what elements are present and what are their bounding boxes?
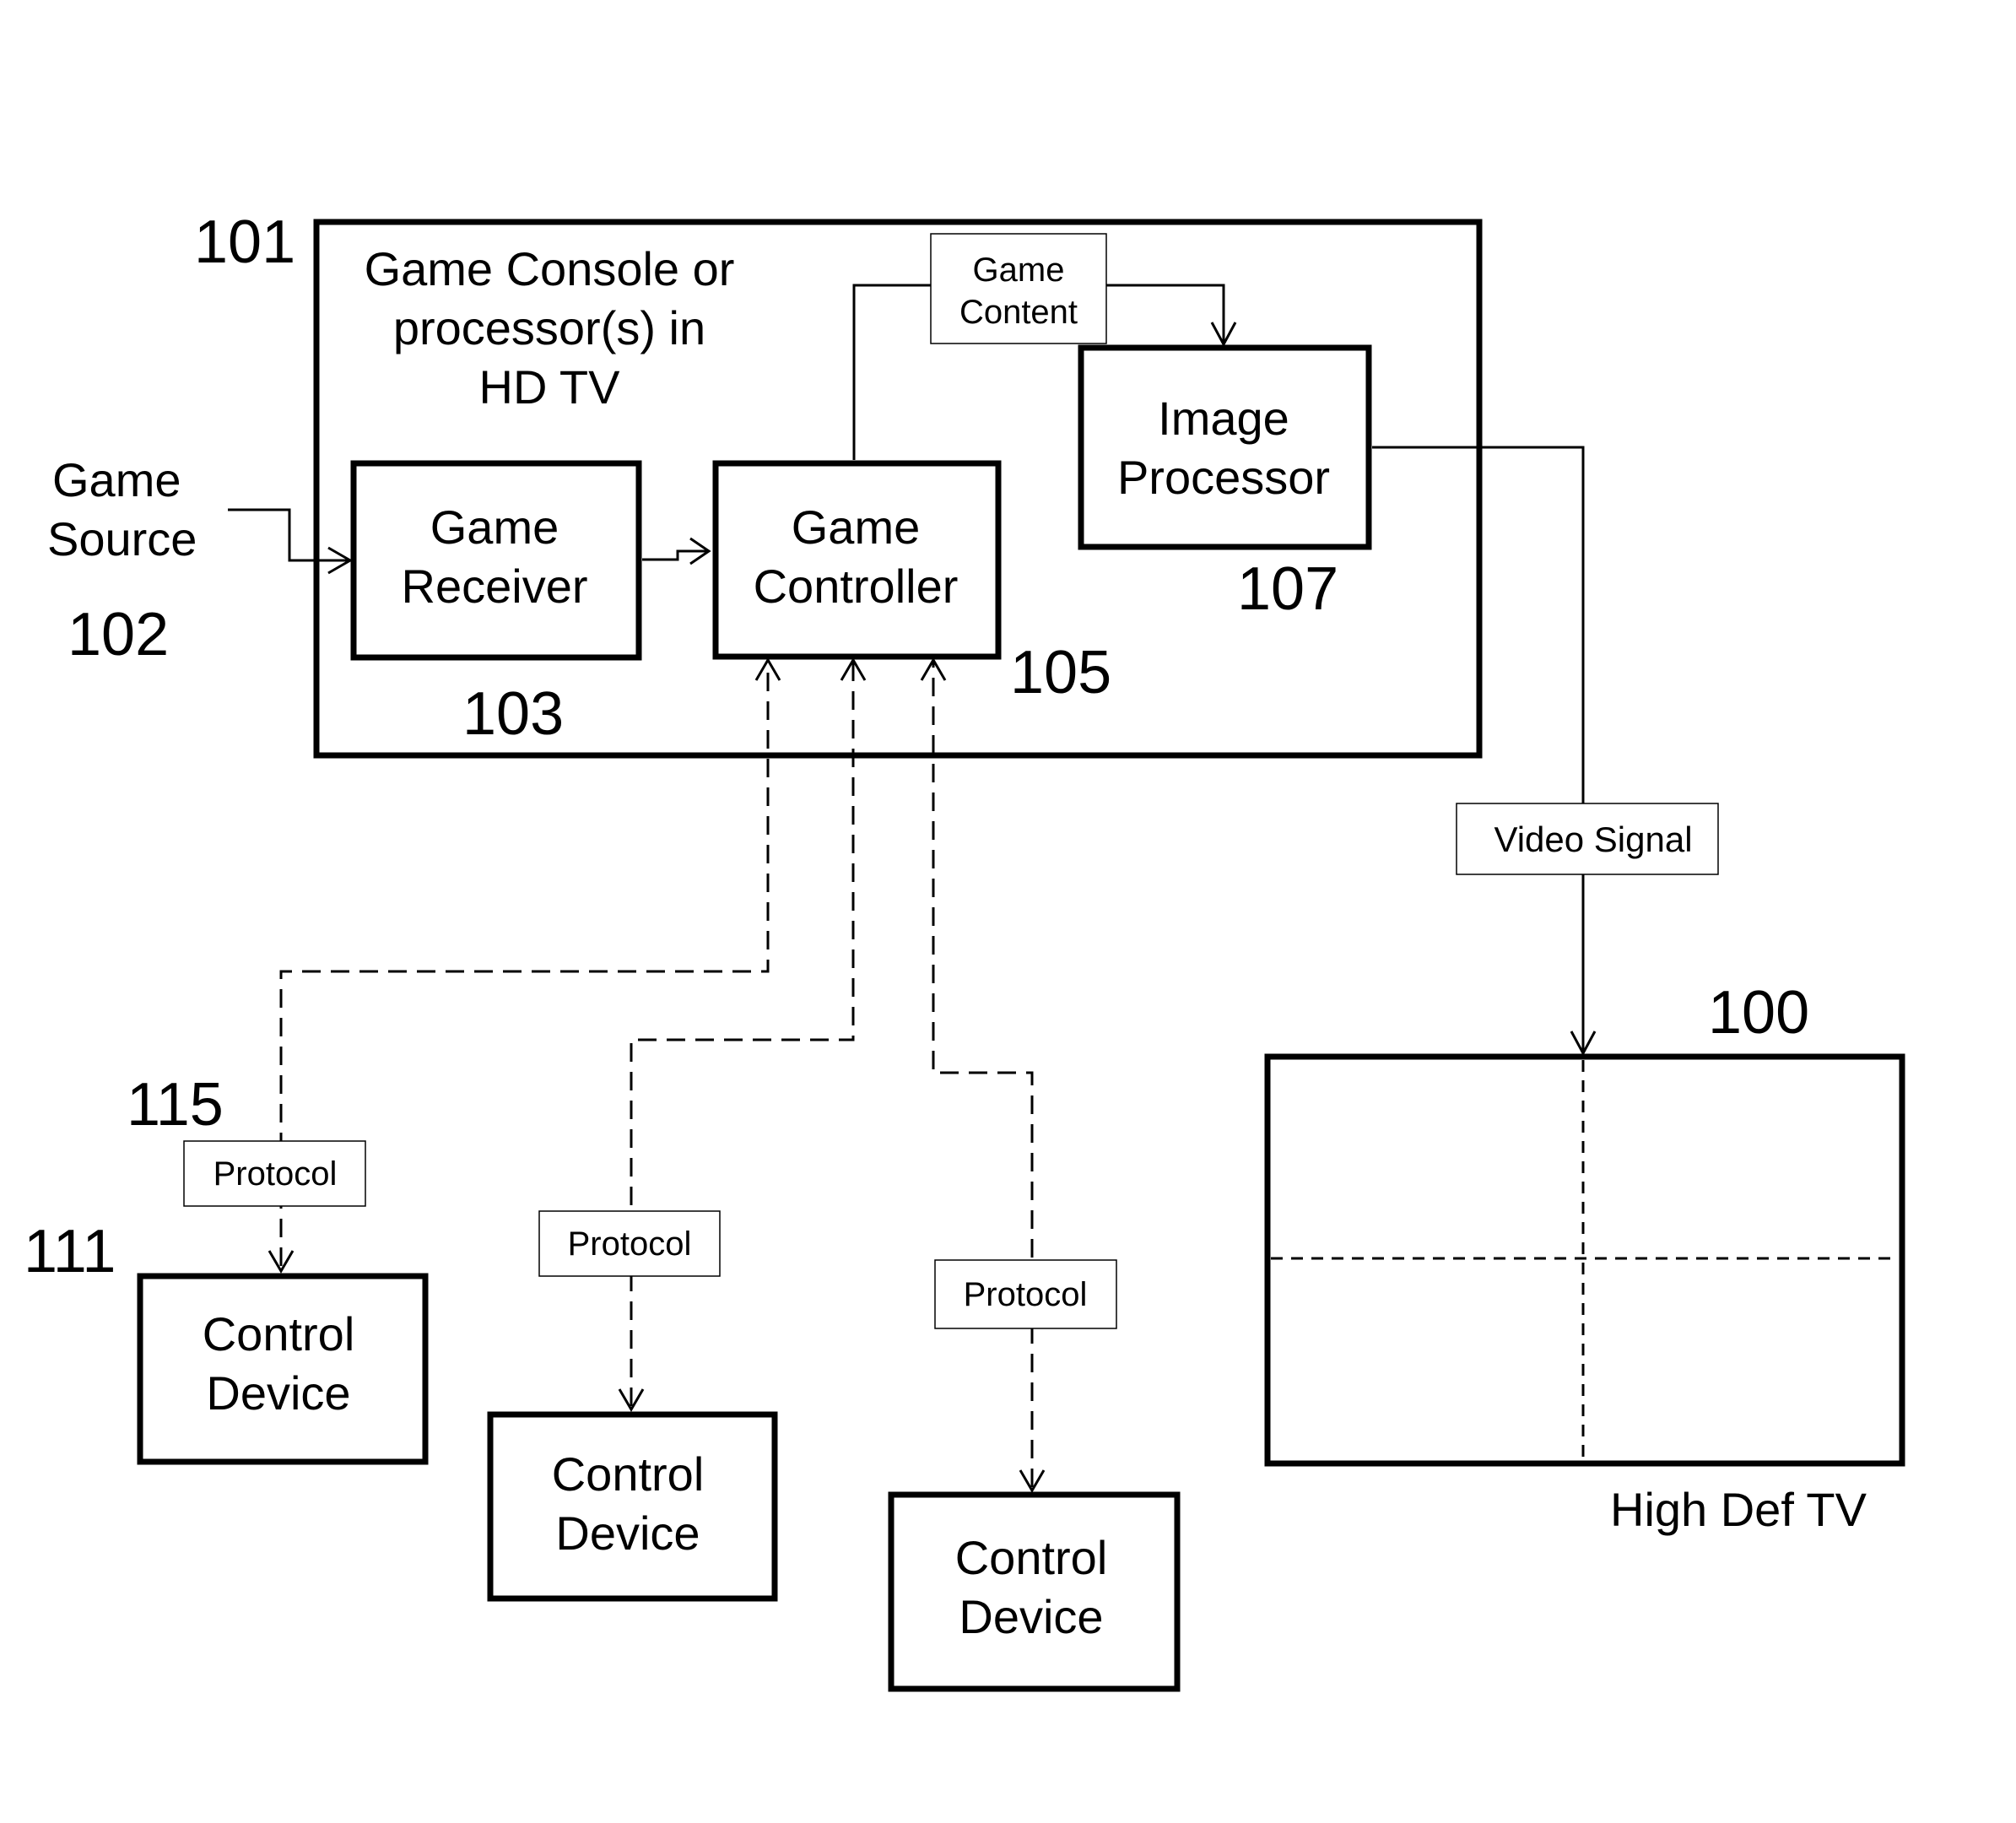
- protocol-ref: 115: [127, 1071, 224, 1139]
- image-processor-label-line-2: Processor: [1117, 451, 1330, 504]
- game-content-label-line-2: Content: [959, 294, 1078, 331]
- protocol-label-3: Protocol: [964, 1276, 1088, 1313]
- protocol-label-1: Protocol: [213, 1155, 338, 1193]
- image-processor-box: [1078, 344, 1372, 550]
- game-receiver-label-line-2: Receiver: [402, 560, 588, 613]
- protocol-label-2: Protocol: [568, 1225, 692, 1263]
- control-link-2-connector: [630, 663, 855, 1406]
- video-signal-label: Video Signal: [1494, 820, 1692, 859]
- console-title-line-3: HD TV: [479, 360, 621, 414]
- control-device-2-label-line-2: Device: [555, 1507, 700, 1560]
- game-source-label-line-1: Game: [52, 453, 181, 506]
- game-receiver-label-line-1: Game: [430, 500, 559, 554]
- console-title-line-2: processor(s) in: [393, 301, 705, 354]
- tv-screen: [1264, 1053, 1905, 1467]
- game-controller-label-line-1: Game: [792, 500, 921, 554]
- control-device-2-label-line-1: Control: [552, 1447, 705, 1501]
- control-device-1-label-line-2: Device: [206, 1366, 350, 1420]
- control-link-2: Protocol Control Device: [487, 657, 867, 1602]
- game-receiver-ref: 103: [462, 680, 564, 748]
- console-title-line-1: Game Console or: [365, 242, 735, 295]
- game-source-label-line-2: Source: [47, 512, 197, 565]
- control-link-3-connector: [932, 663, 1034, 1487]
- tv-caption: High Def TV: [1610, 1483, 1867, 1536]
- control-device-3-label-line-1: Control: [955, 1531, 1108, 1584]
- block-diagram: 101 Game Console or processor(s) in HD T…: [24, 208, 1905, 1692]
- control-device-3-label-line-2: Device: [959, 1590, 1103, 1643]
- control-link-3: Protocol Control Device: [888, 657, 1181, 1692]
- image-processor-ref: 107: [1237, 555, 1338, 623]
- image-processor-label-line-1: Image: [1158, 392, 1289, 445]
- control-device-ref: 111: [24, 1218, 116, 1285]
- game-controller-label-line-2: Controller: [754, 560, 959, 613]
- tv-ref: 100: [1708, 979, 1809, 1047]
- console-ref: 101: [194, 208, 295, 276]
- game-controller-ref: 105: [1010, 639, 1111, 706]
- control-link-1: Protocol Control Device: [137, 657, 781, 1465]
- control-device-1-label-line-1: Control: [203, 1307, 355, 1360]
- game-content-label-line-1: Game: [973, 252, 1065, 289]
- game-source-ref: 102: [68, 601, 169, 668]
